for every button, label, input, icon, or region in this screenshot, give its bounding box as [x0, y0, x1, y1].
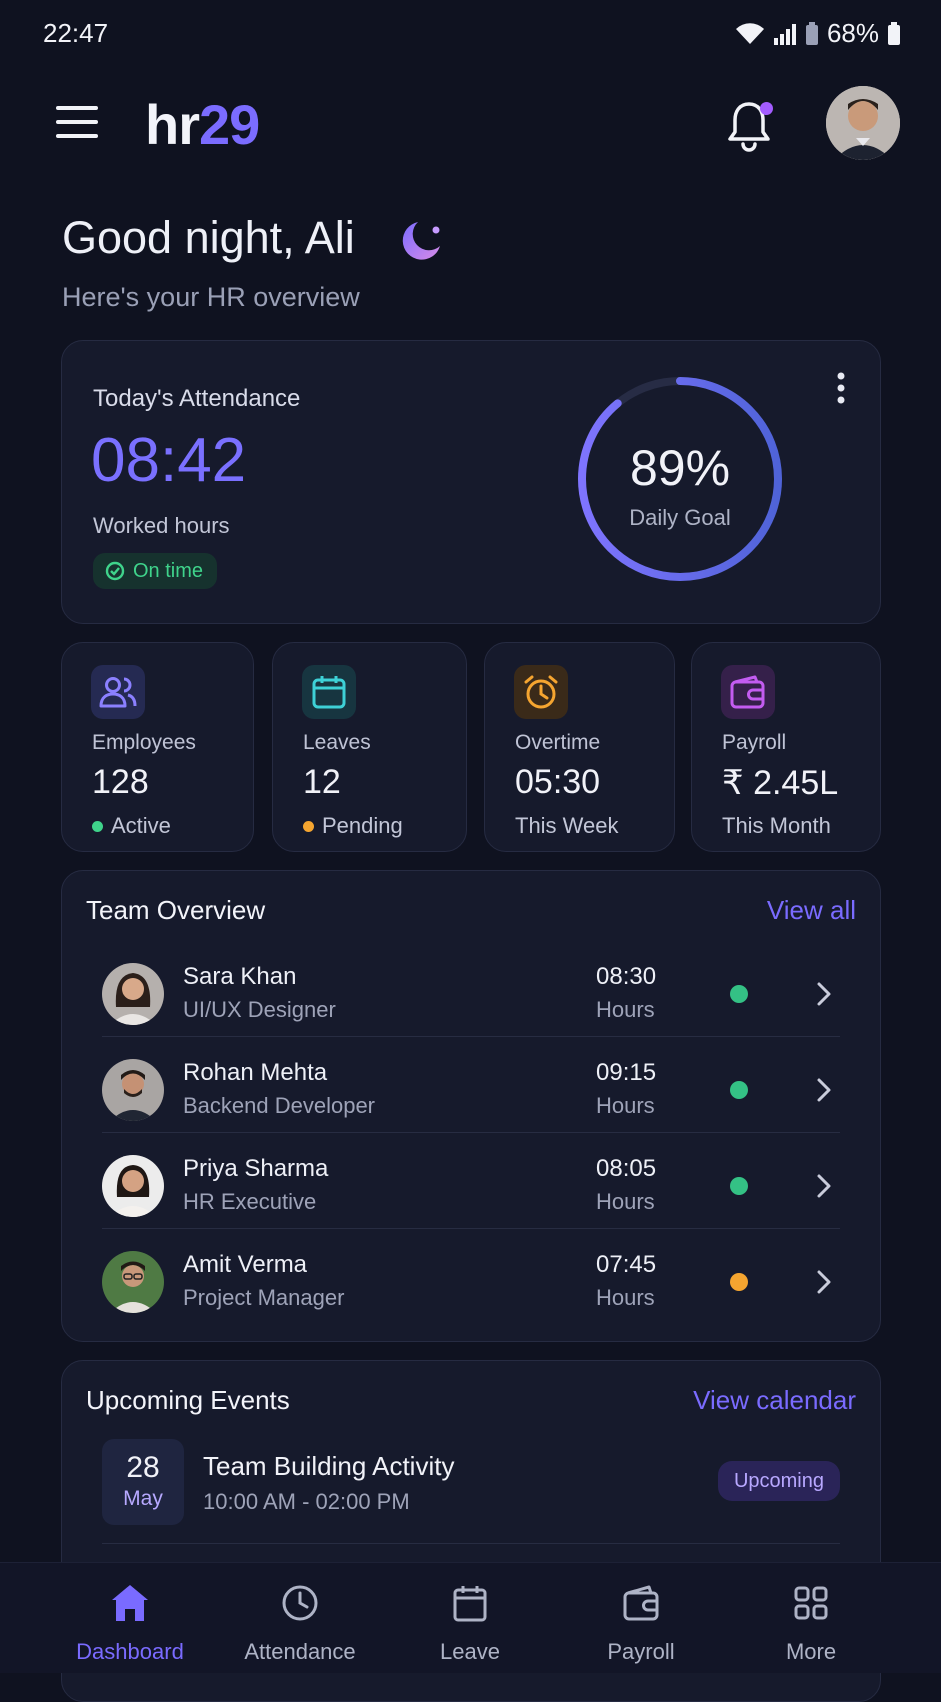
stat-overtime[interactable]: Overtime 05:30 This Week: [484, 642, 675, 852]
stat-value: 128: [92, 763, 149, 801]
stat-title: Payroll: [722, 731, 787, 754]
menu-button[interactable]: [56, 106, 98, 142]
nav-dashboard[interactable]: Dashboard: [45, 1563, 215, 1673]
member-name: Amit Verma: [183, 1251, 308, 1278]
status-time: 22:47: [43, 18, 109, 48]
home-icon: [112, 1585, 148, 1621]
member-avatar: [102, 1155, 164, 1217]
member-hours-unit: Hours: [596, 1189, 655, 1214]
member-status-dot: [730, 1081, 748, 1099]
status-indicators: 68%: [735, 18, 901, 49]
stat-title: Employees: [92, 731, 196, 754]
moon-icon: [402, 222, 440, 260]
wallet-icon: [721, 665, 775, 719]
chevron-right-icon[interactable]: [814, 1269, 834, 1295]
nav-payroll[interactable]: Payroll: [556, 1563, 726, 1673]
attendance-label: Today's Attendance: [93, 385, 301, 412]
stat-title: Leaves: [303, 731, 371, 754]
stat-payroll[interactable]: Payroll ₹ 2.45L This Month: [691, 642, 881, 852]
stat-sub: Active: [92, 813, 171, 839]
status-bar: 22:47 68%: [0, 0, 941, 66]
attendance-card: Today's Attendance 08:42 Worked hours On…: [61, 340, 881, 624]
member-hours: 07:45: [596, 1251, 657, 1278]
goal-percent: 89%: [629, 440, 731, 496]
chevron-right-icon[interactable]: [814, 1173, 834, 1199]
wifi-icon: [735, 22, 764, 44]
event-time: 10:00 AM - 02:00 PM: [203, 1489, 410, 1514]
check-circle-icon: [105, 561, 125, 581]
member-hours: 08:30: [596, 963, 657, 990]
team-member-row[interactable]: Amit Verma Project Manager 07:45 Hours: [102, 1229, 840, 1324]
nav-more[interactable]: More: [726, 1563, 896, 1673]
calendar-icon: [302, 665, 356, 719]
stat-sub: This Week: [515, 813, 619, 838]
event-month: May: [123, 1487, 163, 1510]
member-name: Sara Khan: [183, 963, 297, 990]
calendar-icon: [453, 1586, 487, 1622]
more-options-icon[interactable]: [836, 371, 846, 405]
member-hours-unit: Hours: [596, 997, 655, 1022]
view-calendar-link[interactable]: View calendar: [693, 1385, 856, 1416]
goal-label: Daily Goal: [629, 505, 731, 530]
clock-icon: [282, 1585, 318, 1621]
team-member-row[interactable]: Rohan Mehta Backend Developer 09:15 Hour…: [102, 1037, 840, 1133]
team-member-row[interactable]: Priya Sharma HR Executive 08:05 Hours: [102, 1133, 840, 1229]
stat-employees[interactable]: Employees 128 Active: [61, 642, 254, 852]
status-badge: On time: [93, 553, 218, 589]
event-day: 28: [126, 1451, 160, 1484]
event-date: 28 May: [102, 1439, 184, 1525]
member-hours-unit: Hours: [596, 1285, 655, 1310]
worked-hours-value: 08:42: [91, 426, 247, 495]
users-icon: [91, 665, 145, 719]
team-member-row[interactable]: Sara Khan UI/UX Designer 08:30 Hours: [102, 941, 840, 1037]
battery-percent: 68%: [826, 18, 879, 48]
greeting-title: Good night, Ali: [62, 212, 355, 263]
stat-value: 12: [303, 763, 341, 801]
app-logo: hr29: [145, 93, 260, 156]
bottom-navigation: Dashboard Attendance Leave Payroll More: [0, 1562, 941, 1673]
member-hours-unit: Hours: [596, 1093, 655, 1118]
event-status-badge: Upcoming: [717, 1461, 840, 1501]
team-overview-card: Team Overview View all Sara Khan UI/UX D…: [61, 870, 881, 1342]
stat-leaves[interactable]: Leaves 12 Pending: [272, 642, 467, 852]
signal-icon: [773, 23, 796, 45]
member-status-dot: [730, 985, 748, 1003]
stat-sub: Pending: [303, 813, 403, 839]
chevron-right-icon[interactable]: [814, 1077, 834, 1103]
greeting-subtitle: Here's your HR overview: [62, 282, 360, 312]
member-hours: 09:15: [596, 1059, 657, 1086]
nav-leave[interactable]: Leave: [385, 1563, 555, 1673]
notification-dot: [760, 102, 773, 115]
chevron-right-icon[interactable]: [814, 981, 834, 1007]
member-avatar: [102, 963, 164, 1025]
view-all-link[interactable]: View all: [767, 895, 856, 926]
battery-icon: [888, 21, 900, 45]
stat-title: Overtime: [515, 731, 601, 754]
member-role: Backend Developer: [183, 1093, 376, 1118]
worked-hours-label: Worked hours: [93, 513, 230, 538]
member-name: Priya Sharma: [183, 1155, 329, 1182]
upcoming-events-title: Upcoming Events: [86, 1385, 290, 1415]
member-role: HR Executive: [183, 1189, 317, 1214]
member-name: Rohan Mehta: [183, 1059, 328, 1086]
member-avatar: [102, 1251, 164, 1313]
grid-icon: [794, 1586, 828, 1620]
battery-small-icon: [805, 21, 818, 45]
member-status-dot: [730, 1177, 748, 1195]
team-overview-title: Team Overview: [86, 895, 266, 925]
member-role: UI/UX Designer: [183, 997, 336, 1022]
wallet-icon: [623, 1585, 659, 1621]
member-role: Project Manager: [183, 1285, 345, 1310]
stat-value: 05:30: [515, 763, 601, 801]
alarm-clock-icon: [514, 665, 568, 719]
user-avatar[interactable]: [826, 86, 900, 160]
member-avatar: [102, 1059, 164, 1121]
member-hours: 08:05: [596, 1155, 657, 1182]
stat-sub: This Month: [722, 813, 831, 838]
member-status-dot: [730, 1273, 748, 1291]
stat-value: ₹ 2.45L: [722, 764, 839, 802]
nav-attendance[interactable]: Attendance: [215, 1563, 385, 1673]
event-name[interactable]: Team Building Activity: [203, 1451, 454, 1482]
